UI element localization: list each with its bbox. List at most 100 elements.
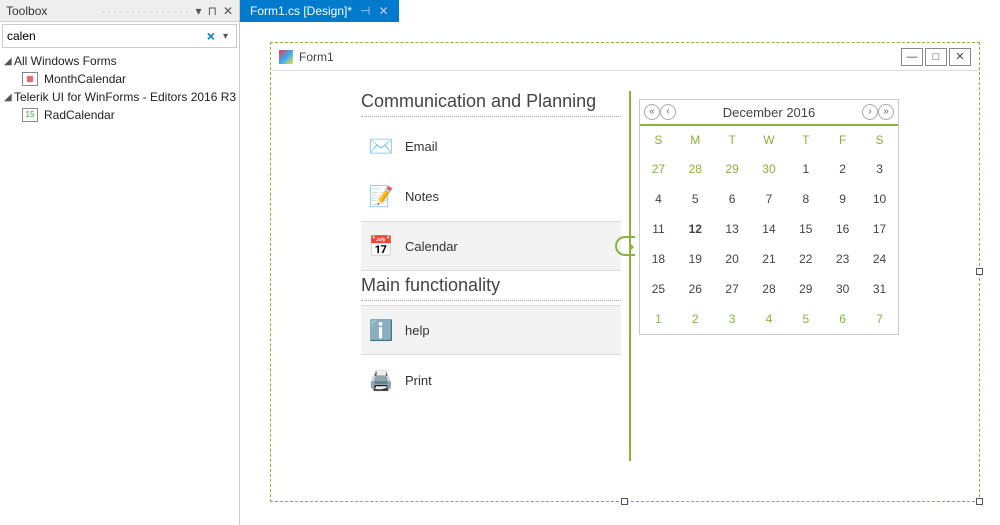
collapse-icon[interactable]: ◢	[4, 92, 14, 103]
calendar-day[interactable]: 29	[787, 274, 824, 304]
calendar-day[interactable]: 28	[751, 274, 788, 304]
clear-icon[interactable]: ×	[203, 28, 219, 44]
tree-item-label: MonthCalendar	[44, 72, 126, 86]
calendar-day[interactable]: 30	[824, 274, 861, 304]
resize-handle-e[interactable]	[976, 268, 983, 275]
section-header: Communication and Planning	[361, 91, 621, 117]
calendar-day[interactable]: 4	[751, 304, 788, 334]
tree-group[interactable]: ◢ Telerik UI for WinForms - Editors 2016…	[0, 88, 239, 106]
list-item-notes[interactable]: 📝 Notes	[361, 171, 621, 221]
calendar-day[interactable]: 16	[824, 214, 861, 244]
tree-group-label: Telerik UI for WinForms - Editors 2016 R…	[14, 90, 236, 104]
tree-item[interactable]: ▦ MonthCalendar	[0, 70, 239, 88]
list-item-label: Calendar	[405, 239, 458, 254]
app-icon	[279, 50, 293, 64]
search-input[interactable]	[7, 29, 203, 43]
calendar-control[interactable]: « ‹ December 2016 › » SMTWTFS 2728293012…	[639, 99, 899, 335]
maximize-button[interactable]: □	[925, 48, 947, 66]
toolbox-panel: × ▾ ◢ All Windows Forms ▦ MonthCalendar …	[0, 22, 240, 525]
tree-item-label: RadCalendar	[44, 108, 115, 122]
calendar-day[interactable]: 21	[751, 244, 788, 274]
calendar-day[interactable]: 1	[787, 154, 824, 184]
first-button[interactable]: «	[644, 104, 660, 120]
calendar-day[interactable]: 4	[640, 184, 677, 214]
calendar-day[interactable]: 13	[714, 214, 751, 244]
calendar-day[interactable]: 1	[640, 304, 677, 334]
calendar-dow: S	[861, 126, 898, 154]
calendar-day[interactable]: 12	[677, 214, 714, 244]
tree-item[interactable]: 15 RadCalendar	[0, 106, 239, 124]
list-item-calendar[interactable]: 📅 Calendar	[361, 221, 621, 271]
calendar-day[interactable]: 6	[714, 184, 751, 214]
design-surface[interactable]: Form1 — □ ✕ Communication and Planning ✉…	[240, 22, 1000, 525]
calendar-day[interactable]: 30	[751, 154, 788, 184]
calendar-day[interactable]: 8	[787, 184, 824, 214]
tree-group[interactable]: ◢ All Windows Forms	[0, 52, 239, 70]
calendar-day[interactable]: 15	[787, 214, 824, 244]
calendar-grid: SMTWTFS 27282930123456789101112131415161…	[640, 126, 898, 334]
calendar-day[interactable]: 24	[861, 244, 898, 274]
calendar-dow: T	[714, 126, 751, 154]
calendar-day[interactable]: 7	[861, 304, 898, 334]
calendar-day[interactable]: 27	[640, 154, 677, 184]
calendar-day[interactable]: 14	[751, 214, 788, 244]
pin-icon[interactable]: ⊓	[208, 4, 217, 18]
calendar-day[interactable]: 7	[751, 184, 788, 214]
list-item-label: Notes	[405, 189, 439, 204]
calendar-day[interactable]: 17	[861, 214, 898, 244]
calendar-day[interactable]: 27	[714, 274, 751, 304]
calendar-day[interactable]: 6	[824, 304, 861, 334]
resize-handle-se[interactable]	[976, 498, 983, 505]
list-item-print[interactable]: 🖨️ Print	[361, 355, 621, 405]
close-icon[interactable]: ✕	[378, 4, 388, 18]
calendar-day[interactable]: 23	[824, 244, 861, 274]
calendar-day[interactable]: 5	[677, 184, 714, 214]
calendar-day[interactable]: 28	[677, 154, 714, 184]
form-titlebar: Form1 — □ ✕	[271, 43, 979, 71]
calendar-dow: W	[751, 126, 788, 154]
calendar-day[interactable]: 31	[861, 274, 898, 304]
calendar-day[interactable]: 19	[677, 244, 714, 274]
dropdown-icon[interactable]: ▾	[196, 4, 202, 18]
calendar-day[interactable]: 20	[714, 244, 751, 274]
calendar-day[interactable]: 10	[861, 184, 898, 214]
list-item-email[interactable]: ✉️ Email	[361, 121, 621, 171]
calendar-day[interactable]: 22	[787, 244, 824, 274]
calendar-day[interactable]: 2	[677, 304, 714, 334]
tree-group-label: All Windows Forms	[14, 54, 117, 68]
minimize-button[interactable]: —	[901, 48, 923, 66]
toolbox-title: Toolbox	[6, 4, 95, 18]
toolbox-tree: ◢ All Windows Forms ▦ MonthCalendar ◢ Te…	[0, 50, 239, 126]
toolbox-search[interactable]: × ▾	[2, 24, 237, 48]
pin-icon[interactable]: ⊣	[360, 4, 370, 18]
close-button[interactable]: ✕	[949, 48, 971, 66]
calendar-day[interactable]: 2	[824, 154, 861, 184]
calendar-day[interactable]: 18	[640, 244, 677, 274]
file-tab-label: Form1.cs [Design]*	[250, 4, 352, 18]
calendar-day[interactable]: 9	[824, 184, 861, 214]
collapse-icon[interactable]: ◢	[4, 56, 14, 67]
calendar-day[interactable]: 3	[714, 304, 751, 334]
next-button[interactable]: ›	[862, 104, 878, 120]
navigation-list: Communication and Planning ✉️ Email 📝 No…	[361, 91, 621, 491]
toolbox-panel-header: Toolbox ················ ▾ ⊓ ✕	[0, 0, 240, 22]
calendar-day[interactable]: 5	[787, 304, 824, 334]
calendar-day[interactable]: 3	[861, 154, 898, 184]
vertical-divider	[629, 91, 631, 461]
calendar-day[interactable]: 25	[640, 274, 677, 304]
close-icon[interactable]: ✕	[223, 4, 233, 18]
last-button[interactable]: »	[878, 104, 894, 120]
form-window[interactable]: Form1 — □ ✕ Communication and Planning ✉…	[270, 42, 980, 502]
calendar-title[interactable]: December 2016	[723, 105, 816, 120]
file-tab[interactable]: Form1.cs [Design]* ⊣ ✕	[240, 0, 399, 22]
list-item-help[interactable]: ℹ️ help	[361, 305, 621, 355]
list-item-label: Email	[405, 139, 438, 154]
list-item-label: Print	[405, 373, 432, 388]
prev-button[interactable]: ‹	[660, 104, 676, 120]
chevron-down-icon[interactable]: ▾	[219, 31, 232, 42]
resize-handle-s[interactable]	[621, 498, 628, 505]
calendar-day[interactable]: 26	[677, 274, 714, 304]
calendar-day[interactable]: 11	[640, 214, 677, 244]
calendar-icon: 15	[22, 108, 38, 122]
calendar-day[interactable]: 29	[714, 154, 751, 184]
